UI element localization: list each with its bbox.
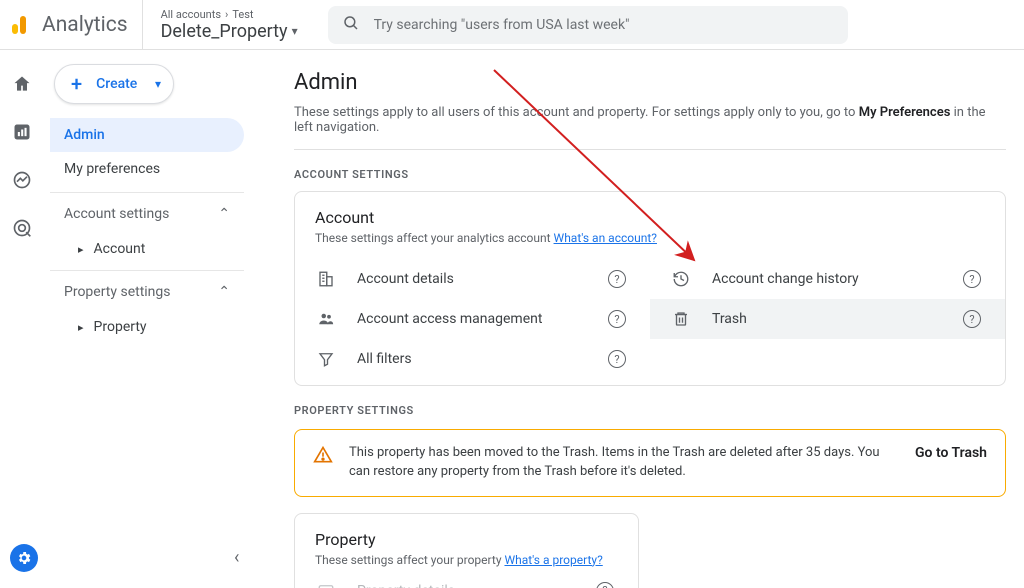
help-icon[interactable]: ? xyxy=(608,310,626,328)
chevron-right-icon: › xyxy=(225,8,228,21)
chevron-up-icon: ⌃ xyxy=(218,284,230,300)
caret-down-icon: ▾ xyxy=(292,24,298,38)
people-icon xyxy=(315,310,337,328)
product-name: Analytics xyxy=(42,0,143,50)
sidebar-sub-account[interactable]: ▸ Account xyxy=(50,234,244,264)
admin-gear-icon[interactable] xyxy=(10,544,38,572)
help-icon[interactable]: ? xyxy=(608,270,626,288)
create-label: Create xyxy=(96,76,137,92)
go-to-trash-button[interactable]: Go to Trash xyxy=(915,444,987,461)
trash-warning-card: This property has been moved to the Tras… xyxy=(294,429,1006,497)
caret-right-icon: ▸ xyxy=(78,243,84,256)
account-card-subtitle: These settings affect your analytics acc… xyxy=(315,231,985,245)
explore-icon[interactable] xyxy=(10,168,34,192)
left-rail xyxy=(0,50,44,588)
app-header: Analytics All accounts › Test Delete_Pro… xyxy=(0,0,1024,50)
account-card-title: Account xyxy=(315,208,985,227)
property-details-option: Property details ? xyxy=(295,571,638,588)
account-details-option[interactable]: Account details ? xyxy=(295,259,650,299)
property-card-title: Property xyxy=(315,530,618,549)
sidebar-group-property-settings[interactable]: Property settings ⌃ xyxy=(50,270,244,312)
card-icon xyxy=(315,582,337,588)
help-icon[interactable]: ? xyxy=(596,582,614,588)
analytics-logo xyxy=(12,16,26,34)
breadcrumb-account-name: Test xyxy=(232,8,253,21)
sidebar-group-account-settings[interactable]: Account settings ⌃ xyxy=(50,192,244,234)
help-icon[interactable]: ? xyxy=(963,270,981,288)
plus-icon: + xyxy=(71,74,82,94)
caret-down-icon: ▾ xyxy=(155,77,161,91)
advertising-icon[interactable] xyxy=(10,216,34,240)
page-subtitle: These settings apply to all users of thi… xyxy=(294,105,1006,150)
collapse-sidebar-icon[interactable]: ‹ xyxy=(234,547,239,568)
sidebar-item-admin[interactable]: Admin xyxy=(50,118,244,152)
search-input[interactable]: Try searching "users from USA last week" xyxy=(328,6,848,44)
building-icon xyxy=(315,270,337,288)
breadcrumb-accounts: All accounts xyxy=(161,8,221,21)
property-section-label: PROPERTY SETTINGS xyxy=(294,404,1006,417)
search-placeholder: Try searching "users from USA last week" xyxy=(374,17,630,33)
chevron-up-icon: ⌃ xyxy=(218,206,230,222)
history-icon xyxy=(670,270,692,288)
breadcrumb-property-name: Delete_Property xyxy=(161,21,288,42)
admin-sidebar: + Create ▾ Admin My preferences Account … xyxy=(44,50,254,588)
whats-an-account-link[interactable]: What's an account? xyxy=(554,231,657,245)
caret-right-icon: ▸ xyxy=(78,321,84,334)
home-icon[interactable] xyxy=(10,72,34,96)
sidebar-sub-property[interactable]: ▸ Property xyxy=(50,312,244,342)
warning-text: This property has been moved to the Tras… xyxy=(349,444,899,482)
reports-icon[interactable] xyxy=(10,120,34,144)
create-button[interactable]: + Create ▾ xyxy=(54,64,174,104)
sidebar-item-my-preferences[interactable]: My preferences xyxy=(50,152,244,186)
page-title: Admin xyxy=(294,70,1006,95)
help-icon[interactable]: ? xyxy=(608,350,626,368)
property-card: Property These settings affect your prop… xyxy=(294,513,639,588)
account-access-option[interactable]: Account access management ? xyxy=(295,299,650,339)
search-icon xyxy=(342,14,360,36)
trash-icon xyxy=(670,310,692,328)
account-card: Account These settings affect your analy… xyxy=(294,191,1006,386)
account-switcher[interactable]: All accounts › Test Delete_Property ▾ xyxy=(155,8,298,42)
warning-icon xyxy=(313,445,333,469)
trash-option[interactable]: Trash ? xyxy=(650,299,1005,339)
property-card-subtitle: These settings affect your property What… xyxy=(315,553,618,567)
all-filters-option[interactable]: All filters ? xyxy=(295,339,650,379)
whats-a-property-link[interactable]: What's a property? xyxy=(504,553,602,567)
help-icon[interactable]: ? xyxy=(963,310,981,328)
account-change-history-option[interactable]: Account change history ? xyxy=(650,259,1005,299)
filter-icon xyxy=(315,350,337,368)
main-content: Admin These settings apply to all users … xyxy=(254,50,1024,588)
account-section-label: ACCOUNT SETTINGS xyxy=(294,168,1006,181)
